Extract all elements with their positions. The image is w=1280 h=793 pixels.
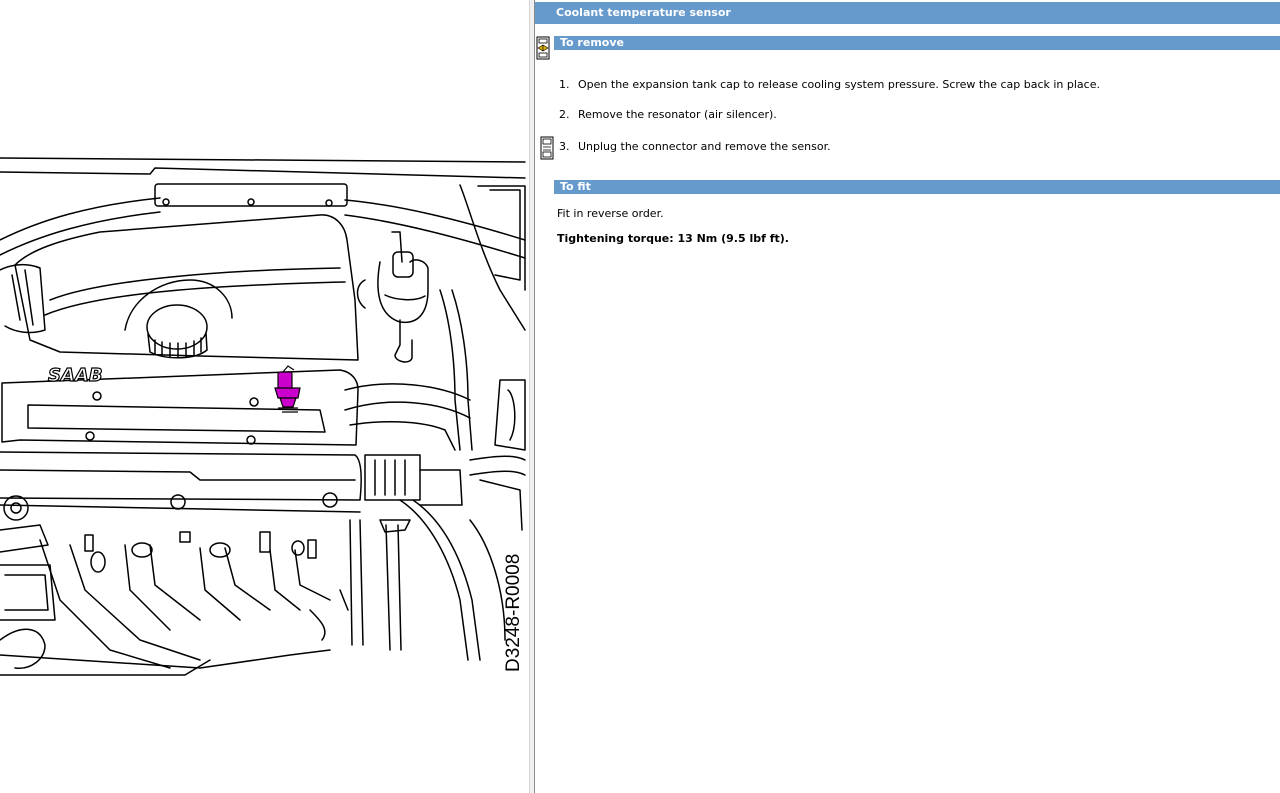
section-header-to-fit: To fit — [554, 180, 1280, 194]
step-number: 1. — [559, 78, 570, 91]
coolant-sensor-highlight — [274, 365, 301, 413]
page-title: Coolant temperature sensor — [535, 2, 1280, 24]
step-number: 3. — [559, 140, 570, 153]
tightening-torque: Tightening torque: 13 Nm (9.5 lbf ft). — [557, 232, 789, 245]
back-forward-icon[interactable] — [536, 36, 550, 60]
engine-illustration: SAAB — [0, 157, 526, 676]
illustration-pane: SAAB D3248-R0008 — [0, 0, 529, 793]
step-text: Unplug the connector and remove the sens… — [578, 140, 831, 153]
fit-instruction: Fit in reverse order. — [557, 207, 664, 220]
step-number: 2. — [559, 108, 570, 121]
step-illustration-icon[interactable] — [540, 136, 554, 160]
step-2: 2. Remove the resonator (air silencer). — [559, 108, 777, 121]
figure-code: D3248-R0008 — [503, 553, 524, 672]
svg-text:SAAB: SAAB — [48, 365, 103, 386]
step-text: Remove the resonator (air silencer). — [578, 108, 777, 121]
step-3: 3. Unplug the connector and remove the se… — [559, 140, 831, 153]
instructions-pane: Coolant temperature sensor To remove 1. O… — [535, 0, 1280, 793]
step-1: 1. Open the expansion tank cap to release… — [559, 78, 1100, 91]
section-header-to-remove: To remove — [554, 36, 1280, 50]
step-text: Open the expansion tank cap to release c… — [578, 78, 1100, 91]
